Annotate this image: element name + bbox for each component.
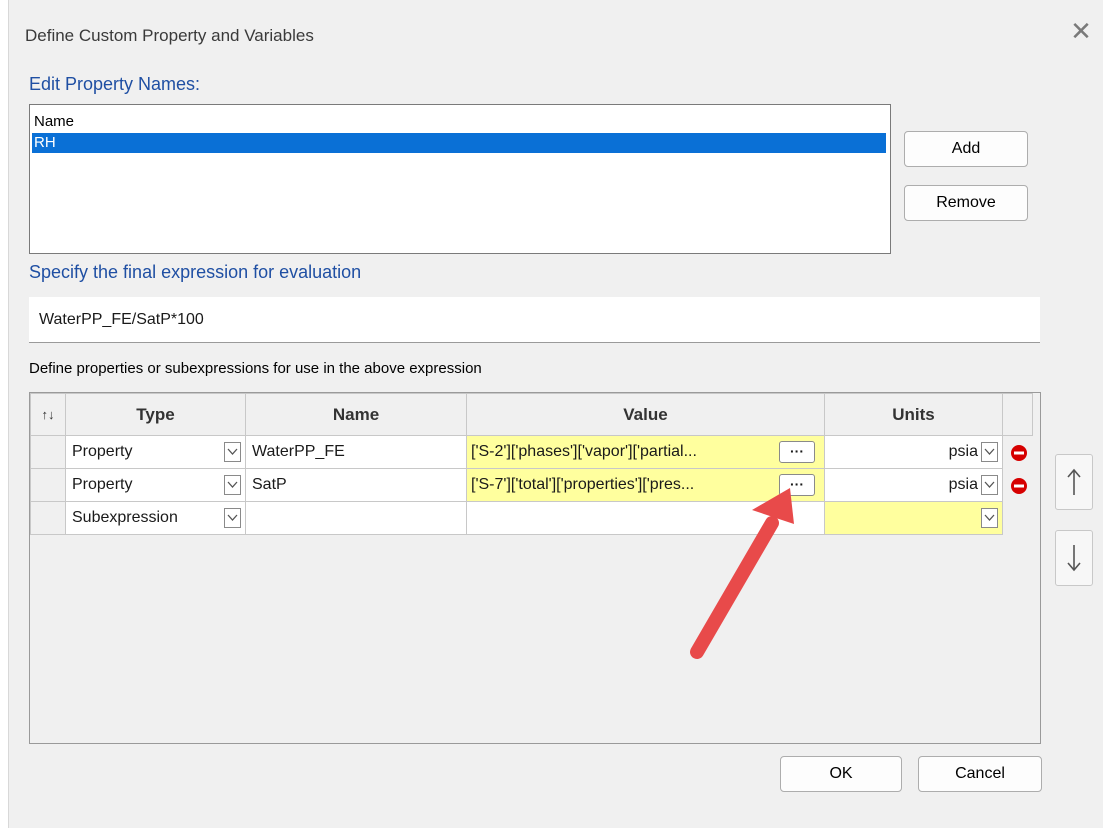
type-cell[interactable]: Property xyxy=(65,435,246,469)
ellipsis-button[interactable]: ··· xyxy=(779,474,815,496)
definitions-grid: ↑↓ Type Name Value Units Property WaterP… xyxy=(29,392,1041,744)
list-header-name: Name xyxy=(34,113,75,130)
name-value: SatP xyxy=(252,476,287,493)
delete-row-icon[interactable] xyxy=(1010,477,1028,495)
chevron-down-icon[interactable] xyxy=(224,442,241,462)
name-cell[interactable] xyxy=(245,501,467,535)
row-action-cell xyxy=(1002,468,1033,502)
row-header[interactable] xyxy=(30,435,66,469)
chevron-down-icon[interactable] xyxy=(981,442,998,462)
type-value: Property xyxy=(72,476,133,493)
value-text: ['S-7']['total']['properties']['pres... xyxy=(471,476,695,493)
move-up-icon xyxy=(1067,468,1081,495)
delete-row-icon[interactable] xyxy=(1010,444,1028,462)
edit-property-names-label: Edit Property Names: xyxy=(29,74,201,94)
definitions-label: Define properties or subexpressions for … xyxy=(29,360,482,377)
row-header[interactable] xyxy=(30,501,66,535)
close-icon[interactable]: ✕ xyxy=(1068,18,1094,44)
chevron-down-icon[interactable] xyxy=(981,508,998,528)
type-value: Property xyxy=(72,443,133,460)
table-row: Subexpression xyxy=(30,501,1033,535)
column-header-type: Type xyxy=(65,393,246,436)
dialog-title: Define Custom Property and Variables xyxy=(25,26,314,45)
units-value: psia xyxy=(948,476,978,493)
final-expression-label: Specify the final expression for evaluat… xyxy=(29,262,362,282)
final-expression-input[interactable]: WaterPP_FE/SatP*100 xyxy=(29,297,1040,343)
column-header-units: Units xyxy=(824,393,1003,436)
units-cell[interactable]: psia xyxy=(824,435,1003,469)
value-cell[interactable]: ['S-2']['phases']['vapor']['partial... ·… xyxy=(466,435,825,469)
sort-header-icon[interactable]: ↑↓ xyxy=(30,393,66,436)
type-cell[interactable]: Property xyxy=(65,468,246,502)
column-header-value: Value xyxy=(466,393,825,436)
table-row: Property WaterPP_FE ['S-2']['phases']['v… xyxy=(30,435,1033,469)
chevron-down-icon[interactable] xyxy=(224,508,241,528)
name-cell[interactable]: WaterPP_FE xyxy=(245,435,467,469)
type-value: Subexpression xyxy=(72,509,178,526)
type-cell[interactable]: Subexpression xyxy=(65,501,246,535)
remove-button[interactable]: Remove xyxy=(904,185,1028,221)
column-header-actions xyxy=(1002,393,1033,436)
units-value: psia xyxy=(948,443,978,460)
column-header-name: Name xyxy=(245,393,467,436)
move-up-button[interactable] xyxy=(1055,454,1093,510)
add-button[interactable]: Add xyxy=(904,131,1028,167)
value-cell[interactable] xyxy=(466,501,825,535)
chevron-down-icon[interactable] xyxy=(981,475,998,495)
name-cell[interactable]: SatP xyxy=(245,468,467,502)
cancel-button[interactable]: Cancel xyxy=(918,756,1042,792)
move-down-button[interactable] xyxy=(1055,530,1093,586)
dialog-window: Define Custom Property and Variables ✕ E… xyxy=(8,0,1103,828)
move-down-icon xyxy=(1067,545,1081,572)
table-row: Property SatP ['S-7']['total']['properti… xyxy=(30,468,1033,502)
value-text: ['S-2']['phases']['vapor']['partial... xyxy=(471,443,697,460)
units-cell[interactable]: psia xyxy=(824,468,1003,502)
value-cell[interactable]: ['S-7']['total']['properties']['pres... … xyxy=(466,468,825,502)
units-cell[interactable] xyxy=(824,501,1003,535)
row-header[interactable] xyxy=(30,468,66,502)
list-item-rh[interactable]: RH xyxy=(32,133,886,153)
ok-button[interactable]: OK xyxy=(780,756,902,792)
row-action-cell xyxy=(1002,501,1033,535)
name-value: WaterPP_FE xyxy=(252,443,345,460)
ellipsis-button[interactable]: ··· xyxy=(779,441,815,463)
chevron-down-icon[interactable] xyxy=(224,475,241,495)
property-names-list[interactable]: Name RH xyxy=(29,104,891,254)
row-action-cell xyxy=(1002,435,1033,469)
